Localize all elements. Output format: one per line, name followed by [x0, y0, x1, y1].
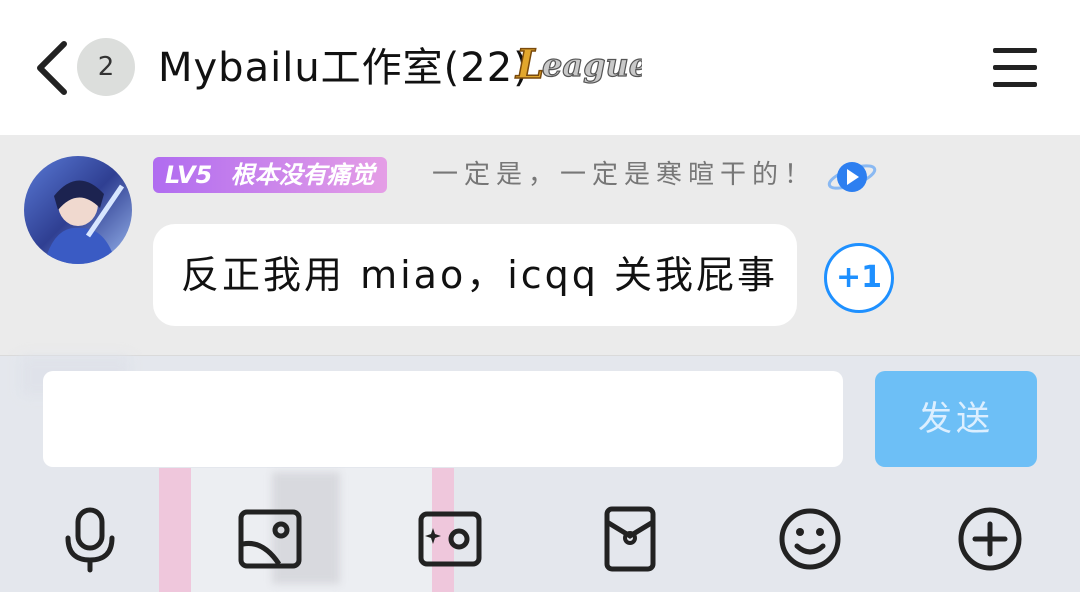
message-input[interactable]: [43, 371, 843, 467]
plus-one-button[interactable]: +1: [824, 243, 894, 313]
message-list: LV5 根本没有痛觉 一定是，一定是寒暄干的！ 反正我用 miao，icqq 关…: [0, 135, 1080, 356]
chevron-left-icon: [37, 41, 67, 95]
unread-count-badge[interactable]: 2: [77, 38, 135, 96]
league-logo: L eague: [512, 34, 649, 92]
red-packet-icon[interactable]: [595, 504, 665, 574]
svg-text:eague: eague: [542, 46, 642, 84]
sender-avatar[interactable]: [24, 156, 132, 264]
chat-title[interactable]: Mybailu工作室(22): [158, 38, 530, 98]
message-bubble[interactable]: 反正我用 miao，icqq 关我屁事: [153, 224, 797, 326]
camera-icon[interactable]: [415, 504, 485, 574]
svg-text:L: L: [515, 41, 544, 88]
image-icon[interactable]: [235, 504, 305, 574]
video-play-icon[interactable]: [826, 157, 878, 197]
blurred-background: [159, 468, 191, 592]
back-button[interactable]: [30, 40, 74, 96]
member-title-text: 根本没有痛觉: [230, 161, 375, 189]
hamburger-menu-icon: [993, 48, 1037, 87]
member-level-badge: LV5 根本没有痛觉: [153, 157, 387, 193]
input-panel: 发送: [0, 356, 1080, 592]
menu-button[interactable]: [990, 44, 1040, 90]
level-text: LV5: [165, 161, 213, 189]
chat-header: 2 Mybailu工作室(22) L eague: [0, 0, 1080, 135]
emoji-icon[interactable]: [775, 504, 845, 574]
plus-icon[interactable]: [955, 504, 1025, 574]
message-text: 反正我用 miao，icqq 关我屁事: [181, 253, 778, 297]
sender-name[interactable]: 一定是，一定是寒暄干的！: [432, 157, 816, 193]
send-button[interactable]: 发送: [875, 371, 1037, 467]
microphone-icon[interactable]: [55, 504, 125, 574]
